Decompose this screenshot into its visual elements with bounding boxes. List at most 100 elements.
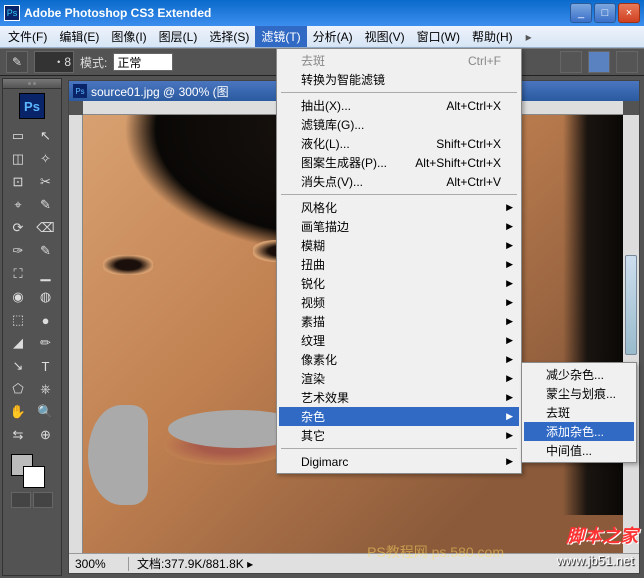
brush-preset-picker[interactable]: • 8 bbox=[34, 51, 74, 73]
menu-item[interactable]: 渲染▶ bbox=[279, 369, 519, 388]
menu-item[interactable]: 中间值... bbox=[524, 441, 634, 460]
menu-item[interactable]: 纹理▶ bbox=[279, 331, 519, 350]
filter-menu: 去斑Ctrl+F转换为智能滤镜抽出(X)...Alt+Ctrl+X滤镜库(G).… bbox=[276, 48, 522, 474]
blend-mode-select[interactable]: 正常 bbox=[113, 53, 173, 71]
menu-item[interactable]: 抽出(X)...Alt+Ctrl+X bbox=[279, 96, 519, 115]
tool-20[interactable]: ↘ bbox=[5, 355, 31, 377]
submenu-arrow-icon: ▶ bbox=[506, 392, 513, 403]
tool-18[interactable]: ◢ bbox=[5, 332, 31, 354]
menu-item[interactable]: 其它▶ bbox=[279, 426, 519, 445]
submenu-arrow-icon: ▶ bbox=[506, 221, 513, 232]
menu-view[interactable]: 视图(V) bbox=[359, 26, 411, 47]
tool-13[interactable]: ▁ bbox=[33, 263, 59, 285]
tool-15[interactable]: ◍ bbox=[33, 286, 59, 308]
menu-item[interactable]: 去斑 bbox=[524, 403, 634, 422]
menu-item[interactable]: 视频▶ bbox=[279, 293, 519, 312]
tool-17[interactable]: ● bbox=[33, 309, 59, 331]
menu-item[interactable]: 转换为智能滤镜 bbox=[279, 70, 519, 89]
optbar-button-1[interactable] bbox=[560, 51, 582, 73]
tool-23[interactable]: ⎈ bbox=[33, 378, 59, 400]
menu-bar: 文件(F) 编辑(E) 图像(I) 图层(L) 选择(S) 滤镜(T) 分析(A… bbox=[0, 26, 644, 48]
scrollbar-vertical[interactable] bbox=[623, 115, 639, 553]
submenu-arrow-icon: ▶ bbox=[506, 430, 513, 441]
doc-info-value: 377.9K/881.8K bbox=[164, 557, 243, 571]
ruler-vertical[interactable] bbox=[69, 115, 83, 553]
toolbox: Ps ▭↖◫✧⊡✂⌖✎⟳⌫✑✎⛶▁◉◍⬚●◢✏↘T⬠⎈✋🔍⇆⊕ bbox=[2, 78, 62, 576]
submenu-arrow-icon: ▶ bbox=[506, 456, 513, 467]
menu-item[interactable]: 像素化▶ bbox=[279, 350, 519, 369]
tool-7[interactable]: ✎ bbox=[33, 194, 59, 216]
doc-info-label: 文档: bbox=[137, 557, 164, 571]
menu-filter[interactable]: 滤镜(T) bbox=[255, 26, 306, 47]
menu-layer[interactable]: 图层(L) bbox=[153, 26, 204, 47]
menu-item[interactable]: 艺术效果▶ bbox=[279, 388, 519, 407]
menu-item[interactable]: 蒙尘与划痕... bbox=[524, 384, 634, 403]
menu-analysis[interactable]: 分析(A) bbox=[307, 26, 359, 47]
tool-3[interactable]: ✧ bbox=[33, 148, 59, 170]
tool-0[interactable]: ▭ bbox=[5, 125, 31, 147]
quickmask-mode-button[interactable] bbox=[33, 492, 53, 508]
menu-item[interactable]: 添加杂色... bbox=[524, 422, 634, 441]
menu-item[interactable]: Digimarc▶ bbox=[279, 452, 519, 471]
menu-file[interactable]: 文件(F) bbox=[2, 26, 53, 47]
minimize-button[interactable]: _ bbox=[570, 3, 592, 23]
tool-9[interactable]: ⌫ bbox=[33, 217, 59, 239]
menu-item[interactable]: 锐化▶ bbox=[279, 274, 519, 293]
menu-item[interactable]: 消失点(V)...Alt+Ctrl+V bbox=[279, 172, 519, 191]
tool-27[interactable]: ⊕ bbox=[33, 424, 59, 446]
zoom-level[interactable]: 300% bbox=[69, 557, 129, 571]
noise-submenu: 减少杂色...蒙尘与划痕...去斑添加杂色...中间值... bbox=[521, 362, 637, 463]
app-icon: Ps bbox=[4, 5, 20, 21]
menu-item[interactable]: 杂色▶ bbox=[279, 407, 519, 426]
tool-8[interactable]: ⟳ bbox=[5, 217, 31, 239]
info-chevron-icon[interactable]: ▸ bbox=[247, 557, 253, 571]
menu-help[interactable]: 帮助(H) bbox=[466, 26, 519, 47]
tool-5[interactable]: ✂ bbox=[33, 171, 59, 193]
menu-item[interactable]: 滤镜库(G)... bbox=[279, 115, 519, 134]
tool-14[interactable]: ◉ bbox=[5, 286, 31, 308]
background-color[interactable] bbox=[23, 466, 45, 488]
menu-item[interactable]: 素描▶ bbox=[279, 312, 519, 331]
menu-overflow-icon[interactable]: ▸ bbox=[519, 30, 539, 44]
menu-item[interactable]: 液化(L)...Shift+Ctrl+X bbox=[279, 134, 519, 153]
ps-badge-icon: Ps bbox=[19, 93, 45, 119]
optbar-button-2[interactable] bbox=[588, 51, 610, 73]
current-tool-icon[interactable]: ✎ bbox=[6, 51, 28, 73]
tool-11[interactable]: ✎ bbox=[33, 240, 59, 262]
optbar-button-3[interactable] bbox=[616, 51, 638, 73]
menu-image[interactable]: 图像(I) bbox=[105, 26, 152, 47]
menu-select[interactable]: 选择(S) bbox=[203, 26, 255, 47]
tool-2[interactable]: ◫ bbox=[5, 148, 31, 170]
menu-item[interactable]: 模糊▶ bbox=[279, 236, 519, 255]
tool-6[interactable]: ⌖ bbox=[5, 194, 31, 216]
maximize-button[interactable]: □ bbox=[594, 3, 616, 23]
menu-item[interactable]: 风格化▶ bbox=[279, 198, 519, 217]
menu-item[interactable]: 扭曲▶ bbox=[279, 255, 519, 274]
tool-22[interactable]: ⬠ bbox=[5, 378, 31, 400]
window-title: Adobe Photoshop CS3 Extended bbox=[24, 6, 570, 20]
status-bar: 300% 文档:377.9K/881.8K ▸ bbox=[69, 553, 639, 573]
tool-26[interactable]: ⇆ bbox=[5, 424, 31, 446]
mode-label: 模式: bbox=[80, 54, 107, 71]
submenu-arrow-icon: ▶ bbox=[506, 259, 513, 270]
tool-19[interactable]: ✏ bbox=[33, 332, 59, 354]
menu-window[interactable]: 窗口(W) bbox=[411, 26, 466, 47]
menu-item[interactable]: 减少杂色... bbox=[524, 365, 634, 384]
tool-21[interactable]: T bbox=[33, 355, 59, 377]
tool-12[interactable]: ⛶ bbox=[5, 263, 31, 285]
submenu-arrow-icon: ▶ bbox=[506, 316, 513, 327]
tool-24[interactable]: ✋ bbox=[5, 401, 31, 423]
menu-edit[interactable]: 编辑(E) bbox=[53, 26, 105, 47]
menu-item[interactable]: 画笔描边▶ bbox=[279, 217, 519, 236]
standard-mode-button[interactable] bbox=[11, 492, 31, 508]
tool-16[interactable]: ⬚ bbox=[5, 309, 31, 331]
tool-1[interactable]: ↖ bbox=[33, 125, 59, 147]
close-button[interactable]: × bbox=[618, 3, 640, 23]
document-title: source01.jpg @ 300% (图 bbox=[91, 83, 229, 100]
menu-item[interactable]: 图案生成器(P)...Alt+Shift+Ctrl+X bbox=[279, 153, 519, 172]
menu-item[interactable]: 去斑Ctrl+F bbox=[279, 51, 519, 70]
tool-10[interactable]: ✑ bbox=[5, 240, 31, 262]
color-swatches[interactable] bbox=[3, 448, 61, 488]
tool-4[interactable]: ⊡ bbox=[5, 171, 31, 193]
tool-25[interactable]: 🔍 bbox=[33, 401, 59, 423]
